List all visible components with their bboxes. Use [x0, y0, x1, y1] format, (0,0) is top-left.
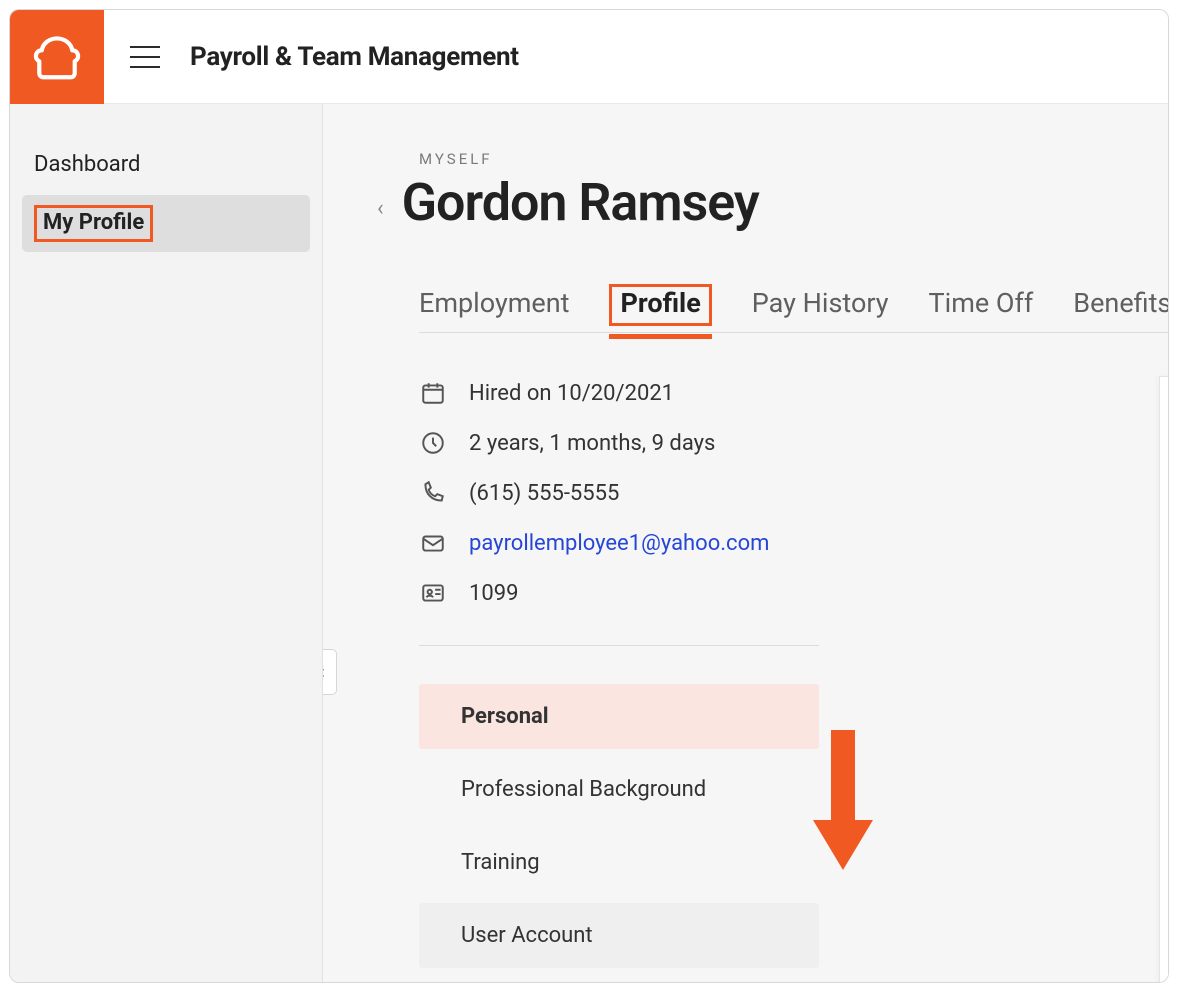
personal-info-panel: Personal Information First name Gordon L…	[1159, 376, 1168, 982]
info-tenure: 2 years, 1 months, 9 days	[419, 429, 819, 457]
tabs: Employment Profile Pay History Time Off …	[419, 287, 1168, 333]
profile-info-list: Hired on 10/20/2021 2 years, 1 months, 9…	[419, 379, 819, 607]
back-button[interactable]: ‹	[377, 196, 384, 221]
info-type-text: 1099	[469, 581, 518, 606]
app-title: Payroll & Team Management	[190, 42, 519, 72]
info-phone: (615) 555-5555	[419, 479, 819, 507]
top-bar: Payroll & Team Management	[10, 10, 1168, 104]
tab-profile[interactable]: Profile	[609, 284, 711, 326]
subsection-personal[interactable]: Personal	[419, 684, 819, 749]
calendar-icon	[419, 379, 447, 407]
annotation-arrow-icon	[813, 730, 873, 870]
sidebar-item-my-profile[interactable]: My Profile	[22, 195, 310, 252]
subsection-user-account[interactable]: User Account	[419, 903, 819, 968]
subsection-training[interactable]: Training	[419, 830, 819, 895]
chevron-left-icon: ‹	[323, 662, 325, 683]
sidebar-item-dashboard[interactable]: Dashboard	[10, 140, 322, 189]
main-content: ‹ MYSELF ‹ Gordon Ramsey Employment Prof…	[323, 104, 1168, 982]
info-hired-text: Hired on 10/20/2021	[469, 381, 674, 406]
info-tenure-text: 2 years, 1 months, 9 days	[469, 431, 715, 456]
menu-icon[interactable]	[130, 46, 160, 68]
divider	[419, 645, 819, 646]
id-card-icon	[419, 579, 447, 607]
info-email-link[interactable]: payrollemployee1@yahoo.com	[469, 531, 769, 556]
tab-benefits[interactable]: Benefits	[1073, 287, 1168, 326]
breadcrumb: MYSELF	[419, 150, 1168, 168]
tab-pay-history[interactable]: Pay History	[752, 287, 889, 326]
mail-icon	[419, 529, 447, 557]
info-phone-text: (615) 555-5555	[469, 481, 619, 506]
subsection-professional-background[interactable]: Professional Background	[419, 757, 819, 822]
phone-icon	[419, 479, 447, 507]
page-title: Gordon Ramsey	[402, 172, 759, 233]
chevron-left-icon: ‹	[377, 196, 384, 221]
clock-icon	[419, 429, 447, 457]
info-hired: Hired on 10/20/2021	[419, 379, 819, 407]
sidebar-item-label: My Profile	[34, 205, 153, 242]
toast-icon	[30, 30, 84, 84]
sidebar: Dashboard My Profile	[10, 104, 323, 982]
profile-subsections: Personal Professional Background Trainin…	[419, 684, 819, 968]
brand-logo	[10, 10, 104, 104]
info-email: payrollemployee1@yahoo.com	[419, 529, 819, 557]
collapse-sidebar-button[interactable]: ‹	[323, 649, 337, 695]
tab-employment[interactable]: Employment	[419, 287, 569, 326]
info-type: 1099	[419, 579, 819, 607]
tab-time-off[interactable]: Time Off	[929, 287, 1034, 326]
